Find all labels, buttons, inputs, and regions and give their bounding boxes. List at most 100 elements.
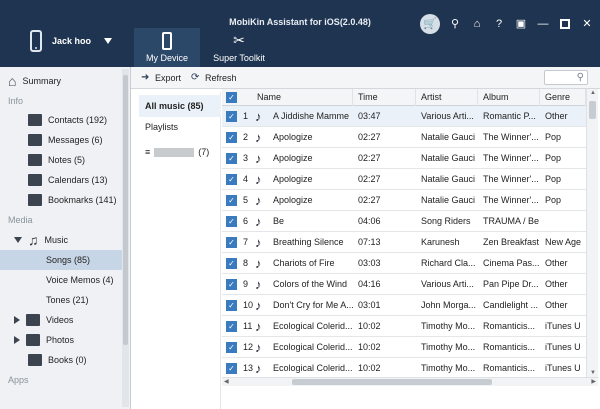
calendar-icon <box>28 174 42 186</box>
tab-label: My Device <box>145 53 188 63</box>
select-all-checkbox[interactable]: ✓ <box>226 92 237 103</box>
tab-label: Super Toolkit <box>213 53 265 63</box>
phone-icon <box>30 30 42 52</box>
column-artist[interactable]: Artist <box>416 89 478 106</box>
table-row[interactable]: ✓ 6 ♪ Be 04:06 Song Riders TRAUMA / Be <box>222 211 586 232</box>
music-icon: ♫ <box>28 232 39 248</box>
row-checkbox[interactable]: ✓ <box>226 300 237 311</box>
row-checkbox[interactable]: ✓ <box>226 111 237 122</box>
table-row[interactable]: ✓ 11 ♪ Ecological Colerid... 10:02 Timothy Mo… <box>222 316 586 337</box>
cell-album: TRAUMA / Be <box>483 216 540 226</box>
refresh-button[interactable]: ⟳ Refresh <box>191 72 237 83</box>
sidebar-item-contacts[interactable]: Contacts (192) <box>0 110 122 130</box>
row-checkbox[interactable]: ✓ <box>226 216 237 227</box>
sidebar-item-books[interactable]: Books (0) <box>0 350 122 370</box>
table-vertical-scrollbar[interactable]: ▲ ▼ <box>586 89 598 377</box>
maximize-icon[interactable] <box>558 17 572 31</box>
export-button[interactable]: ➜ Export <box>141 72 181 83</box>
sidebar: ⌂ Summary Info Contacts (192) Messages (… <box>0 67 131 409</box>
table-row[interactable]: ✓ 5 ♪ Apologize 02:27 Natalie Gauci The Winner… <box>222 190 586 211</box>
sidebar-item-bookmarks[interactable]: Bookmarks (141) <box>0 190 122 210</box>
table-row[interactable]: ✓ 4 ♪ Apologize 02:27 Natalie Gauci The Winner… <box>222 169 586 190</box>
table-horizontal-scrollbar[interactable]: ◀ ▶ <box>222 377 598 386</box>
sidebar-item-summary[interactable]: ⌂ Summary <box>0 71 122 91</box>
expand-down-icon[interactable] <box>14 237 22 243</box>
cart-icon[interactable]: 🛒 <box>420 14 440 34</box>
column-album[interactable]: Album <box>478 89 540 106</box>
sidebar-item-calendars[interactable]: Calendars (13) <box>0 170 122 190</box>
row-checkbox[interactable]: ✓ <box>226 237 237 248</box>
music-note-icon: ♪ <box>255 235 262 250</box>
row-checkbox[interactable]: ✓ <box>226 153 237 164</box>
row-checkbox[interactable]: ✓ <box>226 195 237 206</box>
playlist-icon: ≡ <box>145 147 151 157</box>
category-all-music[interactable]: All music (85) <box>139 95 221 117</box>
cell-artist: Various Arti... <box>421 111 474 121</box>
expand-right-icon[interactable] <box>14 316 20 324</box>
row-checkbox[interactable]: ✓ <box>226 363 237 374</box>
row-checkbox[interactable]: ✓ <box>226 321 237 332</box>
cell-time: 03:47 <box>358 111 381 121</box>
column-name[interactable]: Name <box>252 89 353 106</box>
table-header: ✓ Name Time Artist Album Genre <box>222 89 586 106</box>
row-checkbox[interactable]: ✓ <box>226 132 237 143</box>
minimize-icon[interactable]: — <box>536 17 550 31</box>
row-checkbox[interactable]: ✓ <box>226 258 237 269</box>
cell-name: Apologize <box>273 174 313 184</box>
row-checkbox[interactable]: ✓ <box>226 174 237 185</box>
sidebar-item-notes[interactable]: Notes (5) <box>0 150 122 170</box>
search-input[interactable]: ⚲ <box>544 70 588 85</box>
sidebar-item-photos[interactable]: Photos <box>0 330 122 350</box>
table-row[interactable]: ✓ 10 ♪ Don't Cry for Me A... 03:01 John Morga… <box>222 295 586 316</box>
cell-time: 10:02 <box>358 342 381 352</box>
music-note-icon: ♪ <box>255 109 262 124</box>
sidebar-item-songs[interactable]: Songs (85) <box>0 250 122 270</box>
device-selector[interactable]: Jack hoo <box>30 30 113 52</box>
tab-my-device[interactable]: My Device <box>134 28 200 67</box>
cell-artist: Richard Cla... <box>421 258 476 268</box>
sidebar-item-messages[interactable]: Messages (6) <box>0 130 122 150</box>
key-icon[interactable]: ⚲ <box>448 17 462 31</box>
table-row[interactable]: ✓ 2 ♪ Apologize 02:27 Natalie Gauci The Winner… <box>222 127 586 148</box>
table-row[interactable]: ✓ 8 ♪ Chariots of Fire 03:03 Richard Cla... Ci… <box>222 253 586 274</box>
cell-artist: Song Riders <box>421 216 471 226</box>
cell-name: A Jiddishe Mamme <box>273 111 350 121</box>
cell-genre: iTunes U <box>545 321 581 331</box>
table-row[interactable]: ✓ 1 ♪ A Jiddishe Mamme 03:47 Various Arti... R… <box>222 106 586 127</box>
tab-super-toolkit[interactable]: ✂ Super Toolkit <box>206 28 272 67</box>
music-category-list: All music (85) Playlists ≡ (7) <box>139 92 221 409</box>
category-playlist-item[interactable]: ≡ (7) <box>139 141 221 163</box>
row-checkbox[interactable]: ✓ <box>226 279 237 290</box>
sidebar-scrollbar[interactable] <box>122 69 129 407</box>
expand-right-icon[interactable] <box>14 336 20 344</box>
table-row[interactable]: ✓ 9 ♪ Colors of the Wind 04:16 Various Arti..… <box>222 274 586 295</box>
table-row[interactable]: ✓ 13 ♪ Ecological Colerid... 10:02 Timothy Mo… <box>222 358 586 377</box>
table-row[interactable]: ✓ 12 ♪ Ecological Colerid... 10:02 Timothy Mo… <box>222 337 586 358</box>
row-checkbox[interactable]: ✓ <box>226 342 237 353</box>
sidebar-item-videos[interactable]: Videos <box>0 310 122 330</box>
column-time[interactable]: Time <box>353 89 416 106</box>
help-icon[interactable]: ? <box>492 17 506 31</box>
table-row[interactable]: ✓ 7 ♪ Breathing Silence 07:13 Karunesh Zen Bre… <box>222 232 586 253</box>
sidebar-item-label: Videos <box>46 315 74 325</box>
sidebar-item-music[interactable]: ♫ Music <box>0 230 122 250</box>
table-row[interactable]: ✓ 3 ♪ Apologize 02:27 Natalie Gauci The Winner… <box>222 148 586 169</box>
cell-artist: John Morga... <box>421 300 477 310</box>
category-playlists[interactable]: Playlists <box>139 116 221 138</box>
sidebar-item-voice-memos[interactable]: Voice Memos (4) <box>0 270 122 290</box>
sidebar-item-tones[interactable]: Tones (21) <box>0 290 122 310</box>
cell-artist: Natalie Gauci <box>421 195 476 205</box>
sidebar-item-label: Notes (5) <box>48 155 86 165</box>
search-icon: ⚲ <box>576 72 584 83</box>
close-icon[interactable]: ✕ <box>580 17 594 31</box>
book-icon <box>28 354 42 366</box>
cell-genre: Pop <box>545 153 562 163</box>
feedback-icon[interactable]: ▣ <box>514 17 528 31</box>
cell-time: 02:27 <box>358 153 381 163</box>
column-genre[interactable]: Genre <box>540 89 586 106</box>
songs-table: ✓ Name Time Artist Album Genre ✓ 1 ♪ A Jidd… <box>222 89 586 377</box>
cell-artist: Various Arti... <box>421 279 474 289</box>
home-icon[interactable]: ⌂ <box>470 17 484 31</box>
cell-time: 07:13 <box>358 237 381 247</box>
cell-album: Candlelight ... <box>483 300 539 310</box>
